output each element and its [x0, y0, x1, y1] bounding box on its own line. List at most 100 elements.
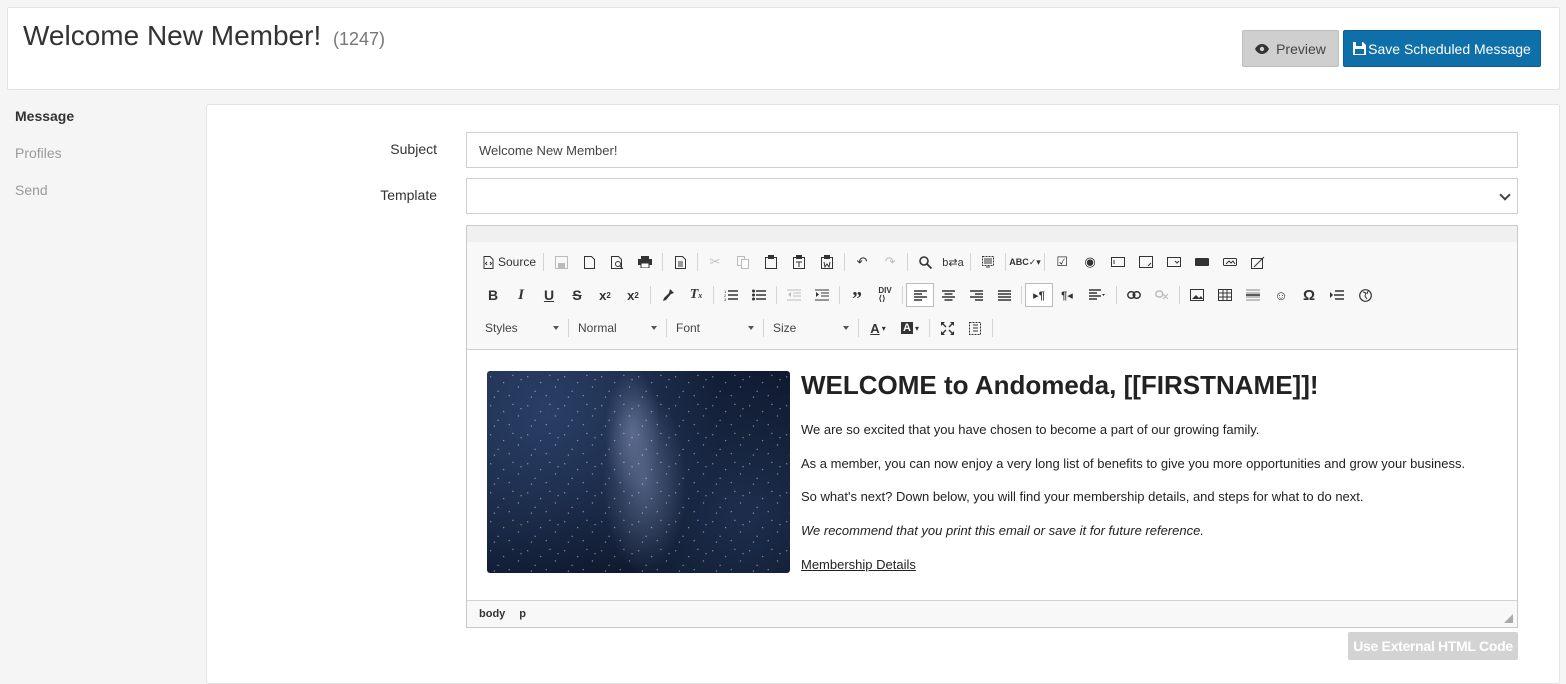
chevron-down-icon — [1499, 189, 1511, 201]
subject-label: Subject — [390, 141, 437, 157]
use-external-html-button[interactable]: Use External HTML Code — [1348, 632, 1518, 660]
floppy-disk-icon — [1353, 42, 1367, 55]
undo-icon[interactable]: ↶ — [848, 250, 876, 274]
bold-icon[interactable]: B — [479, 283, 507, 307]
align-left-icon[interactable] — [906, 283, 934, 307]
print-icon[interactable] — [631, 250, 659, 274]
nav-item-profiles[interactable]: Profiles — [15, 145, 74, 182]
hidden-field-icon[interactable] — [1244, 250, 1272, 274]
subscript-icon[interactable]: x2 — [591, 283, 619, 307]
superscript-icon[interactable]: x2 — [619, 283, 647, 307]
find-icon[interactable] — [911, 250, 939, 274]
preview-button[interactable]: Preview — [1242, 30, 1339, 67]
format-dropdown[interactable]: Normal — [572, 316, 663, 340]
source-icon — [483, 255, 494, 269]
email-paragraph-2: As a member, you can now enjoy a very lo… — [801, 456, 1466, 471]
nav-item-send[interactable]: Send — [15, 182, 74, 219]
unlink-icon[interactable] — [1148, 283, 1176, 307]
styles-dropdown[interactable]: Styles — [479, 316, 565, 340]
email-paragraph-3: So what's next? Down below, you will fin… — [801, 489, 1364, 504]
template-select[interactable] — [466, 178, 1518, 214]
paste-word-icon[interactable] — [813, 250, 841, 274]
italic-icon[interactable]: I — [507, 283, 535, 307]
format-label: Normal — [578, 321, 617, 335]
element-path-bar: body p — [467, 600, 1517, 627]
outdent-icon[interactable] — [780, 283, 808, 307]
strikethrough-icon[interactable]: S — [563, 283, 591, 307]
language-icon[interactable] — [1081, 283, 1113, 307]
paste-icon[interactable] — [757, 250, 785, 274]
templates-icon[interactable] — [666, 250, 694, 274]
subject-input[interactable] — [466, 132, 1518, 168]
chevron-down-icon — [843, 326, 849, 330]
text-direction-ltr-icon[interactable]: ▸¶ — [1025, 283, 1053, 307]
bulleted-list-icon[interactable] — [745, 283, 773, 307]
email-heading: WELCOME to Andomeda, [[FIRSTNAME]]! — [801, 370, 1319, 400]
image-icon[interactable] — [1183, 283, 1211, 307]
iframe-icon[interactable] — [1351, 283, 1379, 307]
background-color-icon[interactable]: A ▾ — [894, 316, 926, 340]
nav-item-message[interactable]: Message — [15, 108, 74, 145]
radio-icon[interactable]: ◉ — [1076, 250, 1104, 274]
indent-icon[interactable] — [808, 283, 836, 307]
spellcheck-icon[interactable]: ABC✓▾ — [1009, 250, 1041, 274]
checkbox-icon[interactable]: ☑ — [1048, 250, 1076, 274]
text-color-icon[interactable]: A ▾ — [862, 316, 894, 340]
align-center-icon[interactable] — [934, 283, 962, 307]
editor-content[interactable]: WELCOME to Andomeda, [[FIRSTNAME]]! We a… — [467, 350, 1517, 602]
path-p[interactable]: p — [519, 608, 526, 620]
font-dropdown[interactable]: Font — [670, 316, 760, 340]
save-scheduled-message-button[interactable]: Save Scheduled Message — [1343, 30, 1541, 67]
page-title: Welcome New Member! (1247) — [23, 20, 385, 52]
source-button[interactable]: Source — [479, 250, 540, 274]
toolbar-row-3: Styles Normal Font Size A ▾ A ▾ — [479, 315, 996, 341]
toolbar-row-1: Source ✂ ↶ ↷ b⇄a ABC✓▾ ☑ ◉ — [479, 249, 1272, 275]
side-nav: Message Profiles Send — [15, 108, 74, 219]
message-panel: Subject Template Source — [206, 104, 1560, 684]
table-icon[interactable] — [1211, 283, 1239, 307]
save-label: Save Scheduled Message — [1368, 40, 1531, 57]
link-icon[interactable] — [1120, 283, 1148, 307]
size-label: Size — [773, 321, 797, 335]
resize-handle[interactable] — [1504, 614, 1513, 623]
source-label: Source — [498, 255, 537, 269]
show-blocks-icon[interactable] — [961, 316, 989, 340]
svg-text:3: 3 — [724, 297, 727, 301]
image-button-icon[interactable] — [1216, 250, 1244, 274]
cut-icon[interactable]: ✂ — [701, 250, 729, 274]
preview-label: Preview — [1276, 40, 1326, 57]
numbered-list-icon[interactable]: 123 — [717, 283, 745, 307]
textarea-icon[interactable] — [1132, 250, 1160, 274]
redo-icon[interactable]: ↷ — [876, 250, 904, 274]
button-field-icon[interactable] — [1188, 250, 1216, 274]
select-field-icon[interactable] — [1160, 250, 1188, 274]
membership-details-link[interactable]: Membership Details — [801, 557, 916, 572]
text-direction-rtl-icon[interactable]: ¶◂ — [1053, 283, 1081, 307]
path-body[interactable]: body — [479, 608, 505, 620]
replace-icon[interactable]: b⇄a — [939, 250, 967, 274]
justify-icon[interactable] — [990, 283, 1018, 307]
template-label: Template — [380, 187, 437, 203]
copy-icon[interactable] — [729, 250, 757, 274]
editor-toolbar: Source ✂ ↶ ↷ b⇄a ABC✓▾ ☑ ◉ B I U S x 2 x… — [467, 226, 1517, 350]
align-right-icon[interactable] — [962, 283, 990, 307]
size-dropdown[interactable]: Size — [767, 316, 855, 340]
new-page-icon[interactable] — [575, 250, 603, 274]
rich-text-editor: Source ✂ ↶ ↷ b⇄a ABC✓▾ ☑ ◉ B I U S x 2 x… — [466, 225, 1518, 628]
horizontal-line-icon[interactable] — [1239, 283, 1267, 307]
page-break-icon[interactable] — [1323, 283, 1351, 307]
select-all-icon[interactable] — [974, 250, 1002, 274]
special-char-icon[interactable]: Ω — [1295, 283, 1323, 307]
maximize-icon[interactable] — [933, 316, 961, 340]
text-field-icon[interactable] — [1104, 250, 1132, 274]
save-icon[interactable] — [547, 250, 575, 274]
copy-formatting-icon[interactable] — [654, 283, 682, 307]
chevron-down-icon — [553, 326, 559, 330]
blockquote-icon[interactable]: ” — [843, 283, 871, 310]
smiley-icon[interactable]: ☺ — [1267, 283, 1295, 307]
remove-format-icon[interactable]: Tx — [682, 283, 710, 307]
create-div-icon[interactable]: DIV ⟨⟩ — [871, 283, 899, 307]
underline-icon[interactable]: U — [535, 283, 563, 307]
preview-page-icon[interactable] — [603, 250, 631, 274]
paste-text-icon[interactable] — [785, 250, 813, 274]
